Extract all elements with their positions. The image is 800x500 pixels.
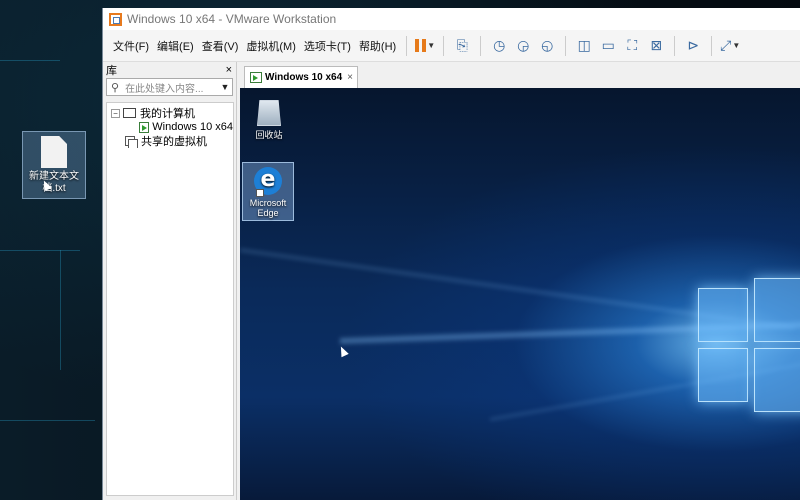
menu-vm[interactable]: 虚拟机(M) xyxy=(242,38,300,54)
send-ctrl-alt-del-icon: ⎘ xyxy=(456,37,468,53)
chevron-down-icon[interactable]: ▼ xyxy=(218,82,232,92)
chevron-down-icon: ▼ xyxy=(427,41,436,50)
edge-label-line1: Microsoft xyxy=(249,198,287,208)
stretch-icon: ⤢ xyxy=(720,37,732,53)
tree-item-label: Windows 10 x64 xyxy=(152,121,233,133)
send-ctrl-alt-del-button[interactable]: ⎘ xyxy=(450,35,474,57)
tree-item-my-computer[interactable]: − 我的计算机 xyxy=(107,106,233,120)
thumbnail-view-button[interactable]: ▭ xyxy=(596,35,620,57)
logo-pane xyxy=(698,288,748,342)
menu-help[interactable]: 帮助(H) xyxy=(355,38,400,54)
logo-pane xyxy=(754,348,800,412)
tab-bar: Windows 10 x64 × xyxy=(240,64,800,88)
snapshot-icon: ◷ xyxy=(493,37,506,53)
console-button[interactable]: ⊳ xyxy=(681,35,705,57)
computer-icon xyxy=(123,108,136,118)
guest-desktop[interactable]: 回收站 e Microsoft Edge xyxy=(240,88,800,500)
vm-running-icon xyxy=(139,121,150,133)
search-icon: ⚲ xyxy=(111,81,120,94)
window-title: Windows 10 x64 - VMware Workstation xyxy=(127,12,337,26)
tab-label: Windows 10 x64 xyxy=(265,72,343,83)
circuit-decoration xyxy=(0,250,80,251)
toolbar-divider xyxy=(711,35,713,56)
pause-button[interactable]: ▼ xyxy=(413,35,437,57)
tree-item-label: 我的计算机 xyxy=(140,108,195,120)
menu-toolbar: 文件(F) 编辑(E) 查看(V) 虚拟机(M) 选项卡(T) 帮助(H) ▼ … xyxy=(103,30,800,62)
unity-icon: ⊠ xyxy=(650,37,663,53)
menu-edit[interactable]: 编辑(E) xyxy=(153,38,198,54)
recycle-bin-shortcut[interactable]: 回收站 xyxy=(243,100,295,140)
toolbar-divider xyxy=(443,35,445,56)
stretch-button[interactable]: ⤢ ▼ xyxy=(718,35,742,57)
chevron-down-icon: ▼ xyxy=(732,41,741,50)
toolbar-divider xyxy=(674,35,676,56)
host-desktop-file[interactable]: 新建文本文档.txt xyxy=(22,131,86,199)
library-search-input[interactable]: ⚲ 在此处键入内容... ▼ xyxy=(106,78,233,96)
mouse-cursor-icon xyxy=(337,344,349,358)
tree-item-label: 共享的虚拟机 xyxy=(141,136,207,148)
pause-icon xyxy=(415,39,427,52)
edge-icon: e xyxy=(254,167,282,197)
circuit-decoration xyxy=(60,250,61,370)
tab-close-button[interactable]: × xyxy=(347,72,353,83)
menu-tabs[interactable]: 选项卡(T) xyxy=(300,38,355,54)
logo-pane xyxy=(754,278,800,342)
toolbar-divider xyxy=(480,35,482,56)
recycle-bin-icon xyxy=(257,100,281,126)
library-title: 库 xyxy=(106,65,117,77)
library-view-button[interactable]: ◫ xyxy=(572,35,596,57)
menu-file[interactable]: 文件(F) xyxy=(109,38,153,54)
title-bar[interactable]: Windows 10 x64 - VMware Workstation xyxy=(103,8,800,30)
text-file-icon xyxy=(41,136,67,168)
thumbnail-view-icon: ▭ xyxy=(601,37,615,53)
revert-snapshot-icon: ◶ xyxy=(517,37,530,53)
library-header: 库 × xyxy=(103,62,236,78)
toolbar-divider xyxy=(406,35,408,56)
tree-item-shared-vms[interactable]: 共享的虚拟机 xyxy=(107,134,233,148)
snapshot-manager-button[interactable]: ◵ xyxy=(535,35,559,57)
snapshot-manager-icon: ◵ xyxy=(541,37,554,53)
windows-logo-icon xyxy=(698,274,800,414)
unity-button[interactable]: ⊠ xyxy=(644,35,668,57)
toolbar-divider xyxy=(565,35,567,56)
library-panel: 库 × ⚲ 在此处键入内容... ▼ − 我的计算机 Windows 10 x6… xyxy=(103,62,237,500)
logo-pane xyxy=(698,348,748,402)
recycle-bin-label: 回收站 xyxy=(255,130,283,140)
fullscreen-icon: ⛶ xyxy=(627,37,638,53)
snapshot-button[interactable]: ◷ xyxy=(487,35,511,57)
collapse-toggle-icon[interactable]: − xyxy=(111,108,120,118)
vm-running-icon xyxy=(250,72,262,83)
vmware-app-icon xyxy=(109,12,122,26)
tree-item-vm[interactable]: Windows 10 x64 xyxy=(107,120,233,134)
host-file-label: 新建文本文档.txt xyxy=(29,171,79,194)
tab-windows-10[interactable]: Windows 10 x64 × xyxy=(244,66,358,88)
shared-vm-icon xyxy=(125,135,138,148)
library-close-button[interactable]: × xyxy=(226,64,232,76)
edge-shortcut[interactable]: e Microsoft Edge xyxy=(242,162,294,221)
menu-view[interactable]: 查看(V) xyxy=(198,38,243,54)
search-placeholder: 在此处键入内容... xyxy=(125,83,204,95)
edge-label-line2: Edge xyxy=(257,208,279,218)
vmware-window: Windows 10 x64 - VMware Workstation 文件(F… xyxy=(102,8,800,500)
library-view-icon: ◫ xyxy=(577,37,591,53)
circuit-decoration xyxy=(0,420,95,421)
circuit-decoration xyxy=(0,60,60,61)
console-icon: ⊳ xyxy=(687,37,700,53)
revert-snapshot-button[interactable]: ◶ xyxy=(511,35,535,57)
library-tree: − 我的计算机 Windows 10 x64 共享的虚拟机 xyxy=(106,102,234,496)
fullscreen-button[interactable]: ⛶ xyxy=(620,35,644,57)
shortcut-arrow-icon xyxy=(256,189,264,197)
